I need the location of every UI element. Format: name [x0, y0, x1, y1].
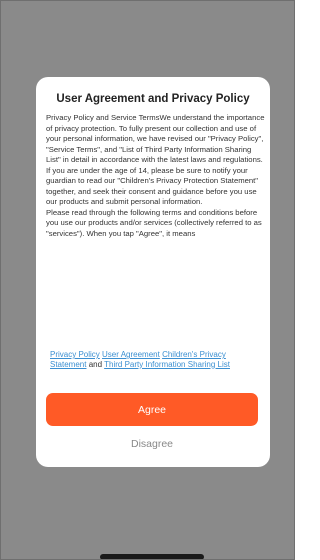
- dialog-title: User Agreement and Privacy Policy: [56, 93, 250, 105]
- policy-links: Privacy Policy User Agreement Children's…: [50, 347, 260, 370]
- home-indicator: [100, 554, 204, 560]
- user-agreement-link[interactable]: User Agreement: [102, 350, 160, 359]
- agree-button[interactable]: Agree: [46, 393, 258, 426]
- privacy-agreement-dialog: User Agreement and Privacy Policy Privac…: [36, 77, 270, 467]
- disagree-button[interactable]: Disagree: [46, 433, 258, 455]
- and-connector-text: and: [88, 359, 103, 369]
- third-party-sharing-list-link[interactable]: Third Party Information Sharing List: [104, 360, 230, 369]
- privacy-policy-link[interactable]: Privacy Policy: [50, 350, 100, 359]
